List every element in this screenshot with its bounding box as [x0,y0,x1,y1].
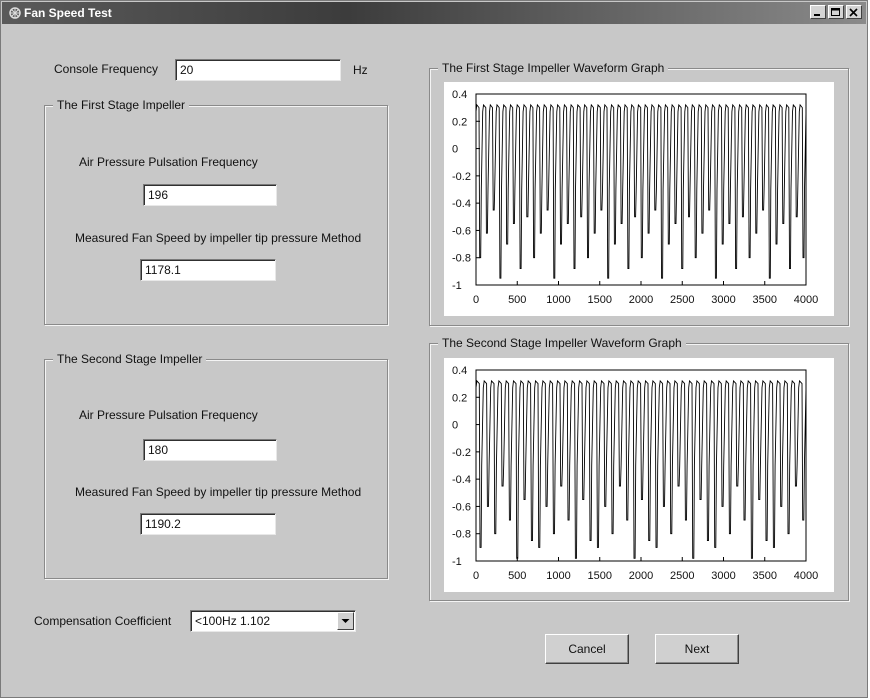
close-button[interactable] [846,5,862,19]
close-icon [849,8,858,17]
maximize-icon [831,8,840,16]
second-stage-group: The Second Stage Impeller Air Pressure P… [44,352,388,579]
waveform-series [475,379,807,559]
window-title: Fan Speed Test [24,6,112,20]
y-tick-label: -0.2 [452,171,471,183]
x-tick-label: 0 [473,294,479,306]
y-tick-label: 0 [452,420,458,432]
console-frequency-unit: Hz [353,63,368,77]
next-button[interactable]: Next [655,634,739,664]
y-tick-label: 0 [452,144,458,156]
y-tick-label: -1 [452,280,462,292]
console-frequency-label: Console Frequency [54,62,159,76]
chevron-down-icon [341,619,350,623]
first-stage-speed-label: Measured Fan Speed by impeller tip press… [75,231,362,245]
x-tick-label: 1000 [546,570,570,582]
y-tick-label: 0.4 [452,89,467,101]
compensation-select[interactable]: <100Hz 1.102 [190,610,356,632]
x-tick-label: 1500 [588,294,612,306]
y-tick-label: -0.8 [452,529,471,541]
first-waveform-group: The First Stage Impeller Waveform Graph … [429,61,849,326]
y-tick-label: 0.2 [452,392,467,404]
second-stage-speed-input[interactable]: 1190.2 [140,513,276,535]
minimize-icon [814,14,820,16]
first-waveform-chart: 0.4 0.2 0 -0.2 -0.4 -0.6 -0.8 -1 0 500 1000 1500 200… [452,89,818,306]
first-stage-pressure-input[interactable]: 196 [143,184,277,206]
first-stage-group: The First Stage Impeller Air Pressure Pu… [44,98,388,325]
x-tick-label: 2000 [629,570,653,582]
x-tick-label: 3000 [711,294,735,306]
second-waveform-title: The Second Stage Impeller Waveform Graph [438,336,686,350]
y-tick-label: -0.4 [452,474,471,486]
x-tick-label: 3500 [753,570,777,582]
second-waveform-group: The Second Stage Impeller Waveform Graph… [429,336,849,601]
x-tick-label: 500 [508,570,526,582]
x-tick-label: 2000 [629,294,653,306]
second-stage-pressure-label: Air Pressure Pulsation Frequency [79,408,258,422]
first-stage-speed-input[interactable]: 1178.1 [140,259,276,281]
x-tick-label: 3500 [753,294,777,306]
second-stage-speed-label: Measured Fan Speed by impeller tip press… [75,485,362,499]
x-tick-label: 3000 [711,570,735,582]
y-tick-label: 0.2 [452,116,467,128]
console-frequency-input[interactable]: 20 [175,59,341,81]
x-tick-label: 0 [473,570,479,582]
compensation-label: Compensation Coefficient [34,614,172,628]
second-waveform-chart: 0.4 0.2 0 -0.2 -0.4 -0.6 -0.8 -1 0 500 1000 1500 200… [452,365,818,582]
y-tick-label: -0.4 [452,198,471,210]
second-stage-title: The Second Stage Impeller [53,352,207,366]
y-tick-label: -0.6 [452,501,471,513]
waveform-series [475,103,807,279]
x-tick-label: 2500 [670,570,694,582]
x-tick-label: 4000 [794,294,818,306]
second-waveform-graph: 0.4 0.2 0 -0.2 -0.4 -0.6 -0.8 -1 0 500 1000 1500 200… [444,358,834,592]
y-tick-label: 0.4 [452,365,467,377]
first-waveform-title: The First Stage Impeller Waveform Graph [438,61,669,75]
first-waveform-graph: 0.4 0.2 0 -0.2 -0.4 -0.6 -0.8 -1 0 500 1000 1500 200… [444,82,834,316]
y-tick-label: -0.6 [452,225,471,237]
app-icon [9,7,21,19]
y-tick-label: -0.2 [452,447,471,459]
title-bar: Fan Speed Test [2,2,866,24]
y-tick-label: -0.8 [452,253,471,265]
x-tick-label: 1500 [588,570,612,582]
maximize-button[interactable] [828,5,844,19]
x-tick-label: 4000 [794,570,818,582]
second-stage-pressure-input[interactable]: 180 [143,439,277,461]
x-tick-label: 1000 [546,294,570,306]
dropdown-arrow-button[interactable] [337,612,354,630]
cancel-button[interactable]: Cancel [545,634,629,664]
app-window: Fan Speed Test Console Frequency 20 Hz T… [0,0,868,698]
y-tick-label: -1 [452,556,462,568]
x-tick-label: 2500 [670,294,694,306]
compensation-value: <100Hz 1.102 [195,614,271,628]
minimize-button[interactable] [810,5,826,19]
first-stage-title: The First Stage Impeller [53,98,190,112]
first-stage-pressure-label: Air Pressure Pulsation Frequency [79,155,258,169]
x-tick-label: 500 [508,294,526,306]
